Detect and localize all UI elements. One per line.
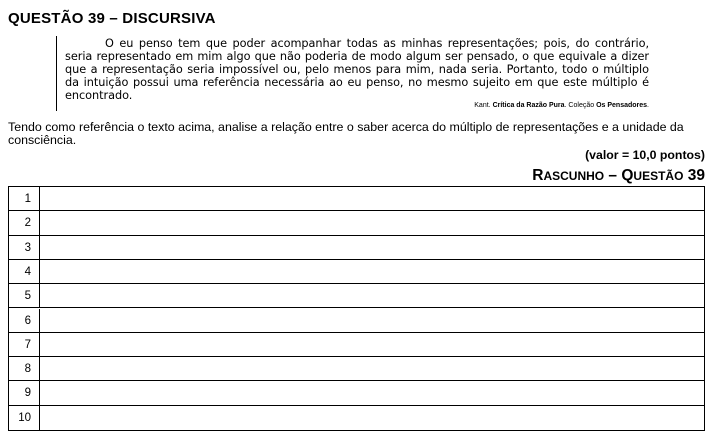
rascunho-q-rest: UESTÃO — [633, 169, 684, 183]
rascunho-heading: RASCUNHO – QUESTÃO 39 — [532, 167, 705, 185]
rascunho-r: R — [532, 167, 544, 184]
quote-block: O eu penso tem que poder acompanhar toda… — [56, 36, 651, 111]
rascunho-r-rest: ASCUNHO — [543, 169, 605, 183]
line-number: 10 — [9, 405, 40, 430]
citation-author: Kant. — [474, 102, 491, 109]
line-number: 6 — [9, 308, 40, 332]
answer-line-space[interactable] — [40, 381, 704, 404]
answer-line-row: 4 — [9, 259, 704, 285]
answer-line-row: 2 — [9, 211, 704, 236]
answer-line-row: 10 — [9, 405, 704, 430]
answer-line-space[interactable] — [40, 333, 704, 356]
question-title: QUESTÃO 39 – DISCURSIVA — [8, 10, 216, 27]
answer-lines-table: 1 2 3 4 5 6 7 8 9 10 — [8, 186, 705, 431]
question-value: (valor = 10,0 pontos) — [585, 148, 705, 162]
line-number: 4 — [9, 259, 40, 284]
rascunho-q: Q — [621, 167, 634, 184]
rascunho-dash: – — [604, 167, 622, 184]
answer-line-row: 5 — [9, 284, 704, 309]
line-number: 2 — [9, 211, 40, 235]
answer-line-space[interactable] — [40, 406, 704, 430]
answer-line-row: 1 — [9, 187, 704, 212]
quote-text: O eu penso tem que poder acompanhar toda… — [65, 37, 649, 102]
line-number: 7 — [9, 332, 40, 357]
answer-line-row: 9 — [9, 381, 704, 406]
citation-separator: . Coleção — [564, 102, 595, 109]
answer-line-space[interactable] — [40, 357, 704, 380]
answer-line-space[interactable] — [40, 309, 704, 332]
answer-line-row: 7 — [9, 332, 704, 358]
rascunho-number: 39 — [683, 167, 705, 184]
line-number: 1 — [9, 187, 40, 211]
answer-line-row: 3 — [9, 235, 704, 260]
answer-line-space[interactable] — [40, 260, 704, 283]
citation-end: . — [647, 102, 649, 109]
answer-line-space[interactable] — [40, 236, 704, 259]
answer-line-space[interactable] — [40, 187, 704, 210]
answer-line-row: 8 — [9, 357, 704, 382]
quote-citation: Kant. Crítica da Razão Pura. Coleção Os … — [474, 102, 649, 109]
answer-line-space[interactable] — [40, 211, 704, 234]
answer-line-row: 6 — [9, 308, 704, 333]
answer-line-space[interactable] — [40, 284, 704, 307]
line-number: 9 — [9, 381, 40, 405]
line-number: 5 — [9, 284, 40, 308]
line-number: 8 — [9, 357, 40, 381]
citation-collection: Os Pensadores — [596, 102, 648, 109]
line-number: 3 — [9, 235, 40, 259]
question-prompt: Tendo como referência o texto acima, ana… — [8, 120, 684, 147]
citation-work: Crítica da Razão Pura — [492, 102, 565, 109]
